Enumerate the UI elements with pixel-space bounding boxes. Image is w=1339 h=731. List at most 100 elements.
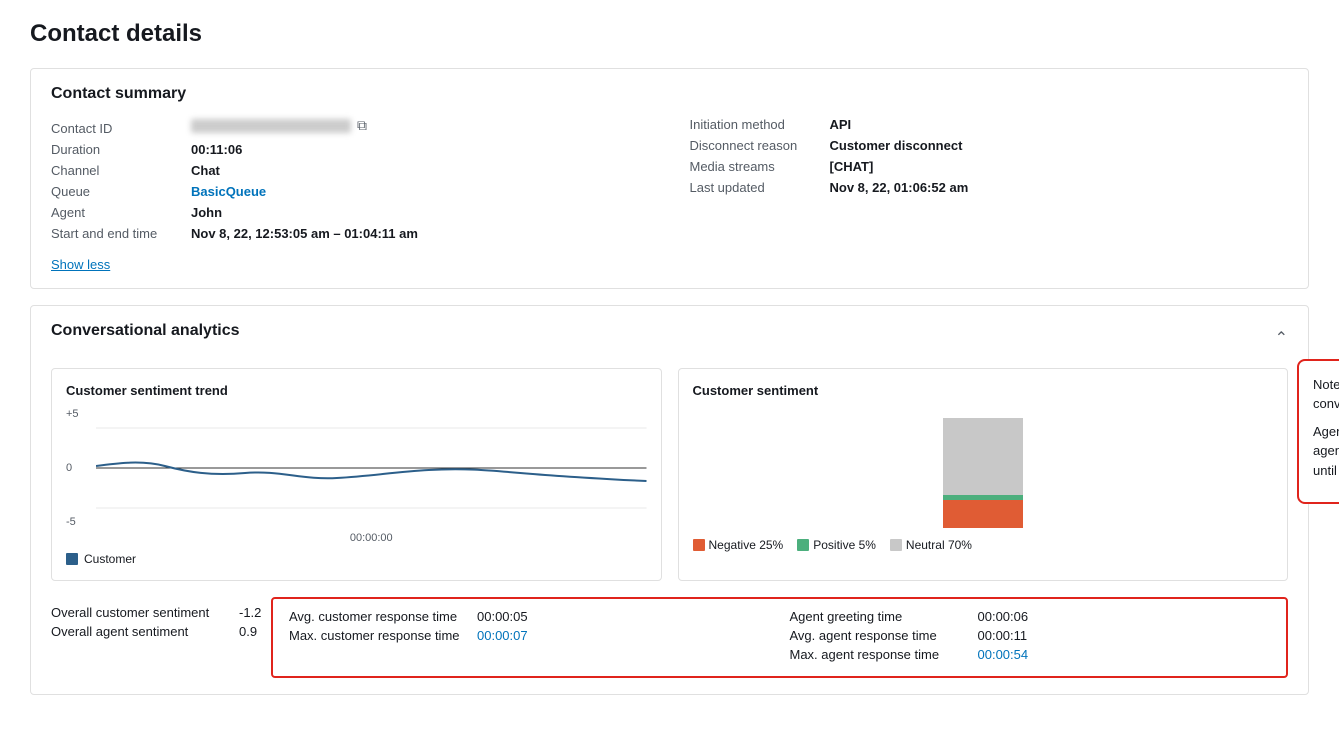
value-start-end-time: Nov 8, 22, 12:53:05 am – 01:04:11 am [191,226,418,241]
dot-positive [797,539,809,551]
label-last-updated: Last updated [690,180,820,195]
agent-metrics: Agent greeting time 00:00:06 Avg. agent … [790,609,1271,666]
overall-customer-sentiment-item: Overall customer sentiment -1.2 [51,605,271,620]
agent-greeting-item: Agent greeting time 00:00:06 [790,609,1271,624]
label-contact-id: Contact ID [51,121,181,136]
field-agent: Agent John [51,205,650,220]
neutral-bar [943,418,1023,495]
contact-summary-right: Initiation method API Disconnect reason … [690,117,1289,247]
dot-neutral [890,539,902,551]
y-min: -5 [66,516,79,528]
field-queue: Queue BasicQueue [51,184,650,199]
copy-icon[interactable]: ⧉ [357,117,367,134]
label-start-end-time: Start and end time [51,226,181,241]
field-channel: Channel Chat [51,163,650,178]
label-initiation-method: Initiation method [690,117,820,132]
value-disconnect-reason: Customer disconnect [830,138,963,153]
legend-neutral: Neutral 70% [890,538,972,552]
field-start-end-time: Start and end time Nov 8, 22, 12:53:05 a… [51,226,650,241]
contact-id-blur [191,119,351,133]
legend-negative: Negative 25% [693,538,784,552]
overall-customer-sentiment-value: -1.2 [239,605,261,620]
show-less-link[interactable]: Show less [51,257,110,272]
label-queue: Queue [51,184,181,199]
overall-metrics: Overall customer sentiment -1.2 Overall … [51,597,271,678]
conversational-analytics-section: Conversational analytics ⌃ Customer sent… [30,305,1309,695]
page-title: Contact details [30,20,1309,48]
overall-agent-sentiment-label: Overall agent sentiment [51,624,231,639]
value-agent: John [191,205,222,220]
y-mid: 0 [66,462,79,474]
sentiment-trend-area: +5 0 -5 [66,408,647,528]
label-negative: Negative 25% [709,538,784,552]
value-queue[interactable]: BasicQueue [191,184,266,199]
sentiment-trend-chart: Customer sentiment trend +5 0 -5 [51,368,662,581]
collapse-icon[interactable]: ⌃ [1275,328,1288,348]
metrics-row: Overall customer sentiment -1.2 Overall … [51,597,1288,678]
callout-text2: Agent greeting time = after the agent jo… [1313,422,1339,481]
customer-sentiment-title: Customer sentiment [693,383,1274,398]
field-contact-id: Contact ID ⧉ [51,117,650,136]
trend-svg-container [96,408,647,528]
negative-bar [943,500,1023,528]
value-last-updated: Nov 8, 22, 01:06:52 am [830,180,969,195]
avg-agent-response-value: 00:00:11 [978,628,1028,643]
max-customer-response-item: Max. customer response time 00:00:07 [289,628,770,643]
label-channel: Channel [51,163,181,178]
dot-negative [693,539,705,551]
charts-row: Customer sentiment trend +5 0 -5 [51,368,1288,581]
field-media-streams: Media streams [CHAT] [690,159,1289,174]
customer-sentiment-chart: Customer sentiment Negative 25% Positive… [678,368,1289,581]
sentiment-legend: Negative 25% Positive 5% Neutral 70% [693,538,1274,552]
customer-response-metrics: Avg. customer response time 00:00:05 Max… [289,609,770,666]
contact-summary-left: Contact ID ⧉ Duration 00:11:06 Channel C… [51,117,650,247]
max-agent-response-item: Max. agent response time 00:00:54 [790,647,1271,662]
overall-customer-sentiment-label: Overall customer sentiment [51,605,231,620]
analytics-header: Conversational analytics ⌃ [51,322,1288,354]
sentiment-trend-title: Customer sentiment trend [66,383,647,398]
max-customer-response-value[interactable]: 00:00:07 [477,628,528,643]
legend-label-customer: Customer [84,552,136,566]
label-positive: Positive 5% [813,538,876,552]
overall-agent-sentiment-item: Overall agent sentiment 0.9 [51,624,271,639]
value-media-streams: [CHAT] [830,159,874,174]
label-media-streams: Media streams [690,159,820,174]
avg-customer-response-label: Avg. customer response time [289,609,469,624]
value-initiation-method: API [830,117,852,132]
contact-id-wrapper: ⧉ [191,117,367,134]
avg-customer-response-item: Avg. customer response time 00:00:05 [289,609,770,624]
label-agent: Agent [51,205,181,220]
avg-agent-response-item: Avg. agent response time 00:00:11 [790,628,1271,643]
field-duration: Duration 00:11:06 [51,142,650,157]
field-last-updated: Last updated Nov 8, 22, 01:06:52 am [690,180,1289,195]
avg-agent-response-label: Avg. agent response time [790,628,970,643]
overall-agent-sentiment-value: 0.9 [239,624,257,639]
callout-box: Note the metrics for chat conversations.… [1297,359,1339,505]
agent-greeting-value: 00:00:06 [978,609,1029,624]
value-duration: 00:11:06 [191,142,242,157]
sentiment-bar-stack [943,418,1023,528]
legend-positive: Positive 5% [797,538,876,552]
trend-legend: Customer [66,552,647,566]
y-max: +5 [66,408,79,420]
contact-summary-section: Contact summary Contact ID ⧉ Duration 00… [30,68,1309,289]
analytics-title: Conversational analytics [51,322,240,340]
label-neutral: Neutral 70% [906,538,972,552]
contact-summary-title: Contact summary [51,85,1288,103]
max-agent-response-value[interactable]: 00:00:54 [978,647,1029,662]
field-disconnect-reason: Disconnect reason Customer disconnect [690,138,1289,153]
sentiment-bar-container [693,408,1274,528]
callout-text1: Note the metrics for chat conversations.… [1313,375,1339,414]
legend-dot-customer [66,553,78,565]
x-axis-label: 00:00:00 [96,532,647,544]
contact-summary-grid: Contact ID ⧉ Duration 00:11:06 Channel C… [51,117,1288,247]
agent-greeting-label: Agent greeting time [790,609,970,624]
label-duration: Duration [51,142,181,157]
avg-customer-response-value: 00:00:05 [477,609,528,624]
max-agent-response-label: Max. agent response time [790,647,970,662]
y-axis: +5 0 -5 [66,408,79,528]
response-metrics-box: Avg. customer response time 00:00:05 Max… [271,597,1288,678]
field-initiation-method: Initiation method API [690,117,1289,132]
trend-svg [96,408,647,528]
label-disconnect-reason: Disconnect reason [690,138,820,153]
